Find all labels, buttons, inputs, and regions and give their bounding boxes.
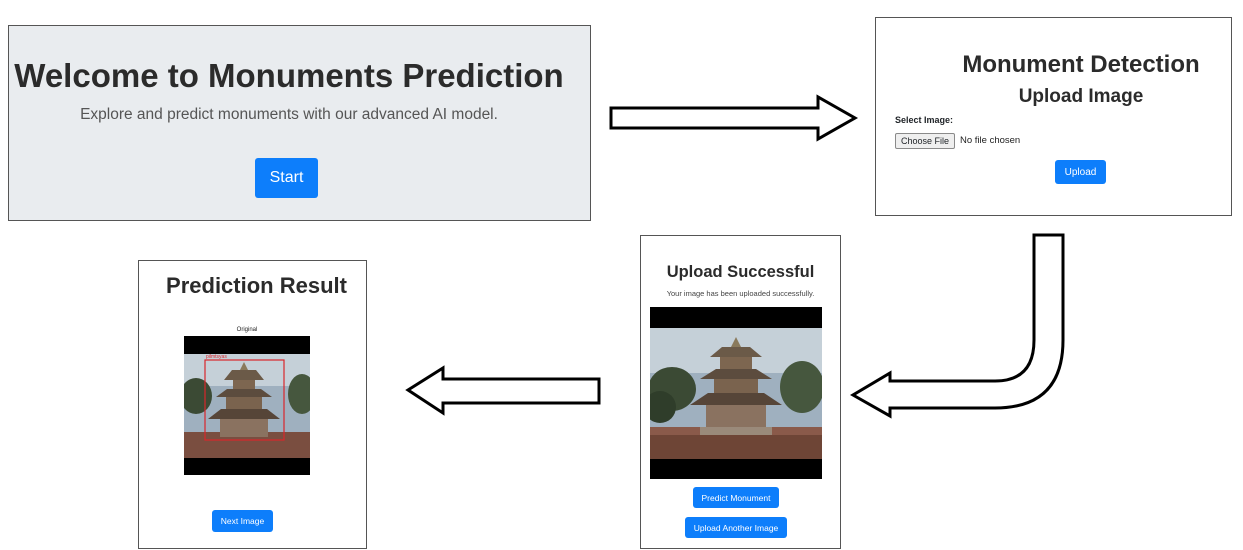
arrow-curved-down-left [850,233,1065,419]
success-title: Upload Successful [666,263,815,281]
choose-file-button[interactable]: Choose File [895,133,955,149]
uploaded-monument-image [650,307,822,479]
next-image-button[interactable]: Next Image [212,510,273,532]
welcome-subtitle: Explore and predict monuments with our a… [80,106,498,123]
image-caption: Original [236,327,258,333]
upload-success-panel: Upload Successful Your image has been up… [640,235,841,549]
welcome-panel: Welcome to Monuments Prediction Explore … [8,25,591,221]
detection-label: pilmtsyas [206,354,227,360]
predict-monument-button[interactable]: Predict Monument [693,487,779,508]
welcome-title: Welcome to Monuments Prediction [14,57,564,94]
arrow-left [405,365,601,416]
arrow-right [609,94,859,142]
start-button[interactable]: Start [255,158,318,198]
result-title: Prediction Result [166,273,347,298]
upload-page-title: Monument Detection [962,51,1200,78]
prediction-result-image: pilmtsyas [184,336,310,475]
file-status-text: No file chosen [960,135,1021,146]
upload-panel: Monument Detection Upload Image Select I… [875,17,1232,216]
prediction-result-panel: Prediction Result Original pilmtsyas Nex… [138,260,367,549]
select-image-label: Select Image: [895,115,954,125]
upload-button[interactable]: Upload [1055,160,1106,184]
upload-page-subtitle: Upload Image [1018,86,1144,107]
success-message: Your image has been uploaded successfull… [666,289,815,298]
upload-another-image-button[interactable]: Upload Another Image [685,517,787,538]
